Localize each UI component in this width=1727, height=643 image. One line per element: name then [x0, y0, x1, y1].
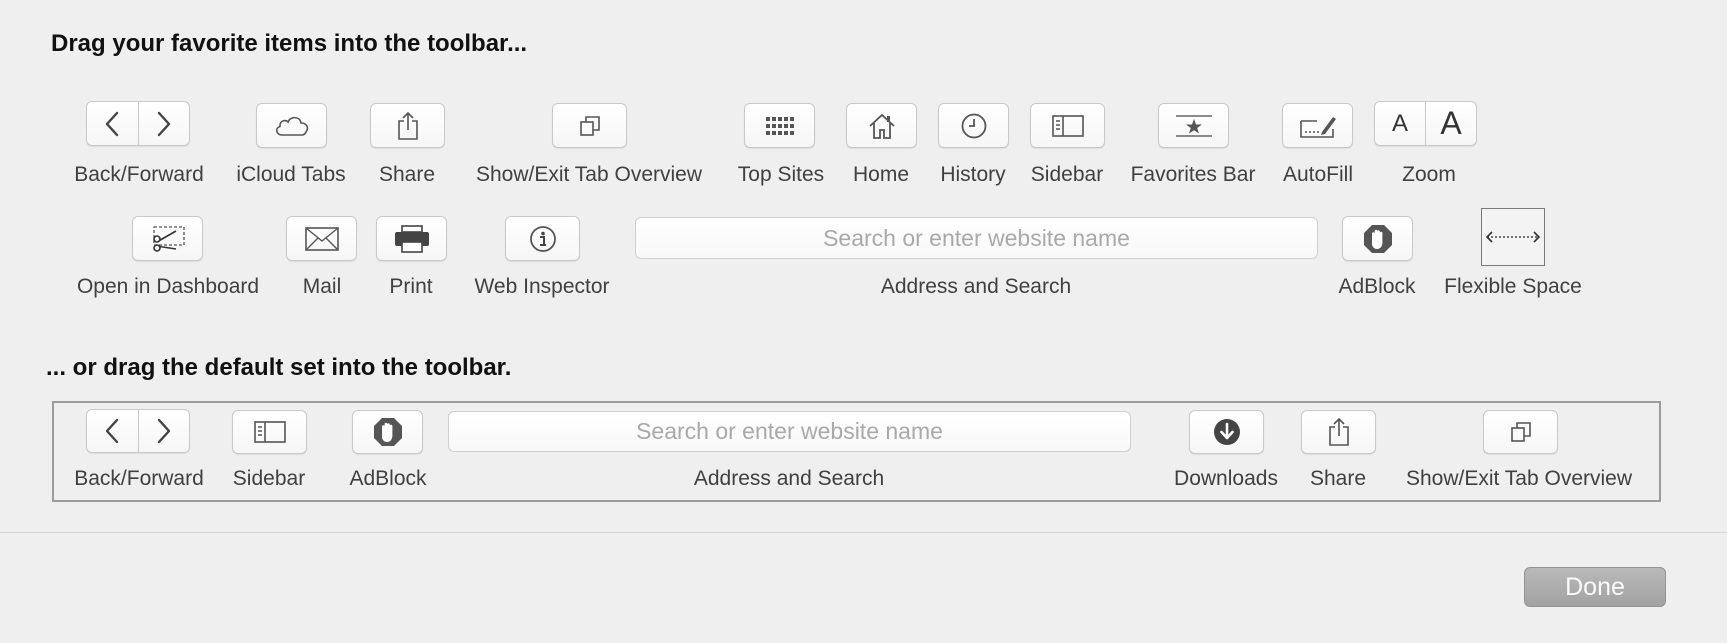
zoom-item[interactable]: A A: [1374, 101, 1477, 146]
scissors-icon: [152, 225, 185, 252]
address-search-field[interactable]: Search or enter website name: [635, 217, 1318, 259]
tab-overview-icon: [579, 115, 600, 136]
history-item[interactable]: [938, 103, 1009, 148]
print-label: Print: [389, 275, 433, 298]
open-in-dashboard-label: Open in Dashboard: [76, 275, 260, 298]
flexible-space-icon: [1485, 231, 1541, 243]
home-label: Home: [852, 163, 910, 186]
autofill-item[interactable]: [1282, 103, 1353, 148]
info-icon: [529, 225, 556, 252]
adblock-icon: [373, 418, 402, 446]
default-sidebar-item[interactable]: [232, 410, 307, 454]
icloud-tabs-item[interactable]: [256, 103, 327, 148]
default-set-heading: ... or drag the default set into the too…: [46, 354, 512, 381]
home-item[interactable]: [846, 103, 917, 148]
default-address-and-search-label: Address and Search: [693, 467, 885, 490]
default-downloads-label: Downloads: [1174, 467, 1278, 490]
default-adblock-label: AdBlock: [349, 467, 427, 490]
done-button[interactable]: Done: [1524, 567, 1666, 607]
zoom-label: Zoom: [1402, 163, 1456, 186]
default-tab-overview-item[interactable]: [1483, 410, 1558, 454]
web-inspector-label: Web Inspector: [474, 275, 610, 298]
default-back-forward-label: Back/Forward: [74, 467, 204, 490]
share-icon: [397, 111, 418, 140]
adblock-icon: [1363, 224, 1392, 253]
print-item[interactable]: [376, 216, 447, 261]
forward-icon: [137, 410, 190, 452]
adblock-item[interactable]: [1342, 216, 1413, 261]
address-and-search-label: Address and Search: [880, 275, 1072, 298]
zoom-in-icon: A: [1425, 102, 1476, 145]
open-in-dashboard-item[interactable]: [132, 216, 203, 261]
default-tab-overview-label: Show/Exit Tab Overview: [1405, 467, 1633, 490]
adblock-label: AdBlock: [1338, 275, 1416, 298]
clock-icon: [961, 113, 986, 138]
tab-overview-item[interactable]: [552, 103, 627, 148]
sidebar-label: Sidebar: [1030, 163, 1104, 186]
default-downloads-item[interactable]: [1189, 410, 1264, 454]
default-address-search-field[interactable]: Search or enter website name: [448, 411, 1131, 452]
flexible-space-item[interactable]: [1481, 208, 1545, 266]
download-icon: [1213, 419, 1240, 445]
footer-divider: [0, 532, 1727, 533]
default-share-label: Share: [1309, 467, 1367, 490]
printer-icon: [394, 224, 429, 253]
forward-icon: [137, 102, 190, 145]
top-sites-item[interactable]: [744, 103, 815, 148]
zoom-out-icon: A: [1375, 102, 1425, 145]
default-adblock-item[interactable]: [352, 410, 423, 454]
flexible-space-label: Flexible Space: [1444, 275, 1582, 298]
web-inspector-item[interactable]: [505, 216, 580, 261]
sidebar-icon: [253, 421, 286, 443]
cloud-icon: [275, 116, 308, 136]
back-icon: [87, 102, 138, 145]
zoom-big-glyph: A: [1440, 105, 1462, 141]
sidebar-item[interactable]: [1030, 103, 1105, 148]
autofill-label: AutoFill: [1282, 163, 1354, 186]
tab-overview-label: Show/Exit Tab Overview: [475, 163, 703, 186]
favorites-bar-icon: [1175, 114, 1212, 137]
zoom-small-glyph: A: [1391, 109, 1408, 137]
favorites-bar-item[interactable]: [1158, 103, 1229, 148]
default-back-forward-item[interactable]: [86, 409, 190, 453]
default-sidebar-label: Sidebar: [232, 467, 306, 490]
favorites-bar-label: Favorites Bar: [1130, 163, 1256, 186]
sidebar-icon: [1051, 114, 1084, 137]
back-icon: [87, 410, 138, 452]
default-share-item[interactable]: [1301, 410, 1376, 454]
back-forward-label: Back/Forward: [74, 163, 204, 186]
history-label: History: [940, 163, 1006, 186]
tab-overview-icon: [1510, 422, 1531, 442]
grid-icon: [765, 116, 794, 135]
icloud-tabs-label: iCloud Tabs: [236, 163, 346, 186]
share-icon: [1328, 417, 1349, 446]
favorites-heading: Drag your favorite items into the toolba…: [51, 30, 528, 57]
share-item[interactable]: [370, 103, 445, 148]
mail-item[interactable]: [286, 216, 357, 261]
back-forward-item[interactable]: [86, 101, 190, 146]
home-icon: [868, 113, 895, 139]
share-label: Share: [378, 163, 436, 186]
autofill-icon: [1299, 116, 1336, 138]
envelope-icon: [304, 226, 339, 251]
top-sites-label: Top Sites: [737, 163, 825, 186]
mail-label: Mail: [302, 275, 342, 298]
